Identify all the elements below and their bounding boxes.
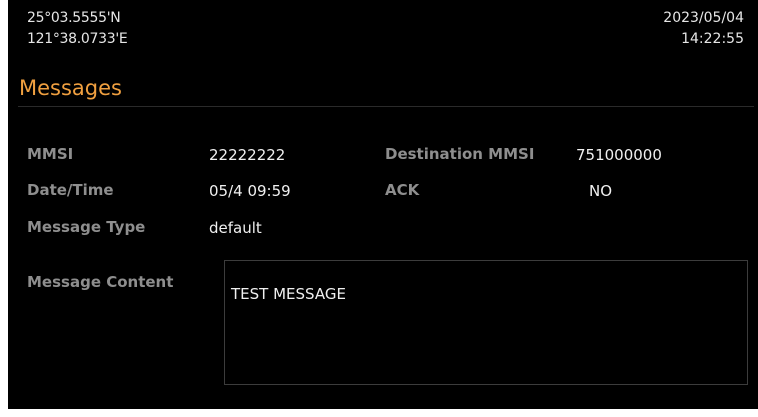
- message-content-label: Message Content: [27, 273, 174, 291]
- date-readout: 2023/05/04: [663, 10, 744, 26]
- page-title: Messages: [19, 76, 122, 100]
- status-bar: 25°03.5555'N 121°38.0733'E 2023/05/04 14…: [8, 0, 758, 64]
- destination-mmsi-label: Destination MMSI: [385, 145, 535, 163]
- message-content-text: TEST MESSAGE: [231, 285, 346, 303]
- title-divider: [18, 106, 754, 107]
- datetime-label: Date/Time: [27, 181, 114, 199]
- mmsi-label: MMSI: [27, 145, 74, 163]
- message-type-value: default: [209, 219, 262, 237]
- time-readout: 14:22:55: [681, 31, 744, 47]
- ack-label: ACK: [385, 181, 420, 199]
- message-content-box[interactable]: TEST MESSAGE: [224, 260, 748, 385]
- datetime-value: 05/4 09:59: [209, 182, 291, 200]
- message-type-label: Message Type: [27, 218, 146, 236]
- message-detail-screen: 25°03.5555'N 121°38.0733'E 2023/05/04 14…: [8, 0, 758, 409]
- mmsi-value: 22222222: [209, 146, 286, 164]
- destination-mmsi-value: 751000000: [576, 146, 662, 164]
- ack-value: NO: [589, 182, 613, 200]
- latitude-readout: 25°03.5555'N: [27, 10, 121, 26]
- longitude-readout: 121°38.0733'E: [27, 31, 128, 47]
- title-bar: Messages: [8, 64, 758, 106]
